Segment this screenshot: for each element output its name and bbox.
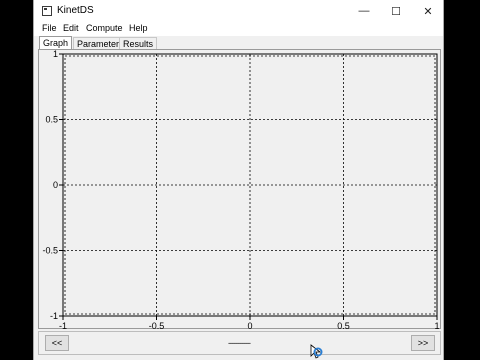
busy-cursor-icon	[310, 344, 323, 359]
maximize-button[interactable]: ☐	[380, 0, 412, 22]
menu-file[interactable]: File	[42, 23, 57, 33]
navigation-bar: << ----------- >>	[38, 331, 441, 355]
y-tick-label: -0.5	[42, 246, 58, 256]
x-tick-label: 0	[247, 321, 252, 330]
navigation-status: -----------	[228, 338, 251, 348]
menu-compute[interactable]: Compute	[86, 23, 123, 33]
title-bar[interactable]: KinetDS — ☐ ✕	[34, 0, 443, 22]
tab-graph[interactable]: Graph	[39, 36, 73, 50]
menu-edit[interactable]: Edit	[63, 23, 79, 33]
app-window: KinetDS — ☐ ✕ File Edit Compute Help Gra…	[33, 0, 444, 360]
app-window-icon	[42, 6, 52, 16]
x-tick-label: -0.5	[149, 321, 165, 330]
minimize-button[interactable]: —	[348, 0, 380, 22]
menu-help[interactable]: Help	[129, 23, 148, 33]
y-tick-label: 0	[53, 180, 58, 190]
x-tick-label: 0.5	[337, 321, 350, 330]
menu-bar: File Edit Compute Help	[34, 22, 443, 36]
window-title: KinetDS	[57, 5, 94, 16]
tab-strip: Graph Parameters Results	[38, 36, 439, 50]
x-tick-label: -1	[59, 321, 67, 330]
graph-panel: -1 -0.5 0 0.5 1 1 0.5 0 -0.5 -1	[38, 49, 442, 330]
y-tick-label: 1	[53, 50, 58, 59]
close-button[interactable]: ✕	[412, 0, 444, 22]
plot-canvas[interactable]: -1 -0.5 0 0.5 1 1 0.5 0 -0.5 -1	[39, 50, 442, 330]
y-tick-label: -1	[50, 311, 58, 321]
previous-button[interactable]: <<	[45, 335, 69, 351]
y-tick-label: 0.5	[45, 115, 58, 125]
next-button[interactable]: >>	[411, 335, 435, 351]
x-tick-label: 1	[434, 321, 439, 330]
tab-results[interactable]: Results	[119, 37, 158, 49]
